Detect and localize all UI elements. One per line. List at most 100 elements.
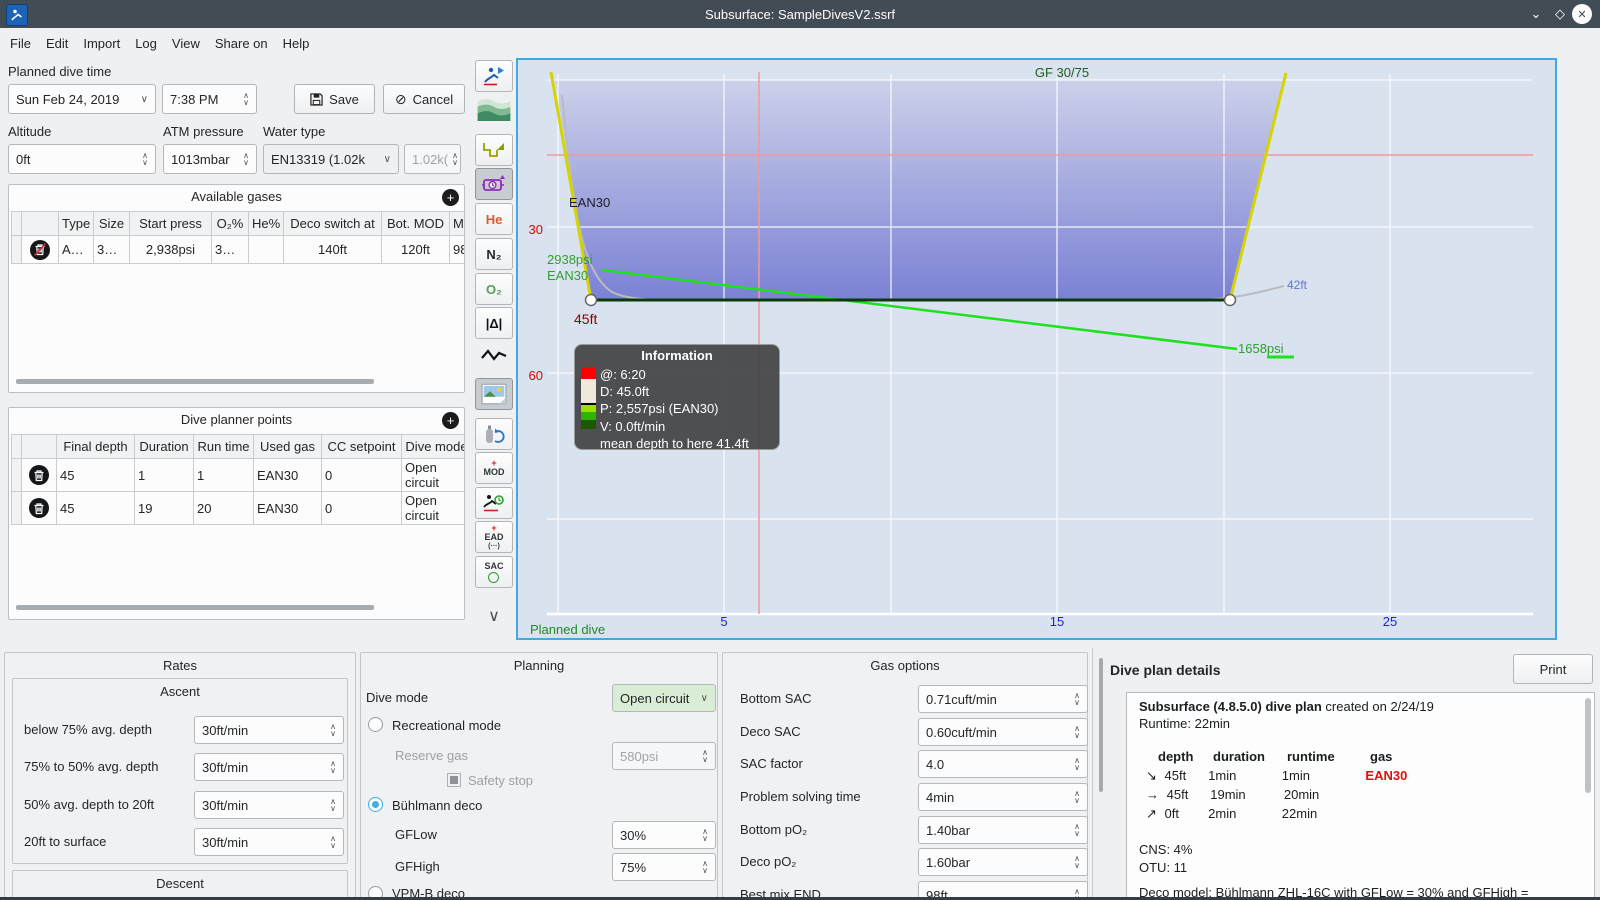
window-title: Subsurface: SampleDivesV2.ssrf (704, 6, 896, 22)
spinner-arrows-icon[interactable] (1070, 855, 1080, 869)
toggle-ead-button[interactable]: + EAD (···) (475, 521, 513, 553)
spinner-arrows-icon[interactable] (138, 152, 148, 166)
spinner-arrows-icon[interactable] (326, 835, 336, 849)
menu-file[interactable]: File (10, 36, 31, 51)
spinner-arrows-icon[interactable] (1070, 790, 1080, 804)
dive-mode-combo[interactable]: Open circuit (612, 684, 716, 712)
bottom-sac-spinner[interactable]: 0.71cuft/min (918, 685, 1088, 713)
deco-po2-spinner[interactable]: 1.60bar (918, 848, 1088, 876)
dive-time-spinner[interactable]: 7:38 PM (162, 84, 257, 114)
col-bot-mod[interactable]: Bot. MOD (381, 211, 450, 236)
add-point-button[interactable]: + (442, 412, 459, 429)
delete-point-icon[interactable] (29, 498, 49, 518)
problem-solving-time-spinner[interactable]: 4min (918, 783, 1088, 811)
menu-log[interactable]: Log (135, 36, 157, 51)
spinner-arrows-icon[interactable] (326, 798, 336, 812)
bottom-po2-spinner[interactable]: 1.40bar (918, 816, 1088, 844)
toggle-photos-button[interactable] (475, 378, 513, 410)
ascent-rate1-spinner[interactable]: 30ft/min (194, 716, 344, 744)
menu-import[interactable]: Import (83, 36, 120, 51)
point-row[interactable]: 45 1 1 EAN30 0 Open circuit (11, 458, 464, 492)
col-duration[interactable]: Duration (134, 434, 194, 459)
spinner-arrows-icon[interactable] (1070, 692, 1080, 706)
spinner-arrows-icon[interactable] (698, 860, 708, 874)
toggle-sac-button[interactable]: SAC (475, 556, 513, 588)
splitter-handle[interactable] (1099, 658, 1103, 792)
col-size[interactable]: Size (93, 211, 130, 236)
menu-edit[interactable]: Edit (46, 36, 68, 51)
add-gas-button[interactable]: + (442, 189, 459, 206)
toggle-mod-button[interactable]: + MOD (475, 452, 513, 484)
ascent-rate4-spinner[interactable]: 30ft/min (194, 828, 344, 856)
spinner-arrows-icon[interactable] (239, 152, 249, 166)
toggle-po2-button[interactable]: O₂ (475, 273, 513, 305)
segment-handle-end[interactable] (1223, 293, 1237, 307)
start-pressure-label: 2938psi (547, 252, 593, 267)
col-he[interactable]: He% (248, 211, 284, 236)
available-gases-panel: Available gases + Type Size Start press … (8, 184, 465, 393)
col-run-time[interactable]: Run time (193, 434, 254, 459)
points-hscrollbar[interactable] (16, 605, 374, 610)
spinner-arrows-icon[interactable] (1070, 725, 1080, 739)
spinner-arrows-icon[interactable] (326, 760, 336, 774)
dive-plan-notes-box[interactable]: Subsurface (4.8.5.0) dive plan created o… (1126, 692, 1595, 900)
dive-planner-tool-button[interactable] (475, 60, 513, 92)
toggle-tank-bar-button[interactable] (475, 418, 513, 450)
atm-pressure-spinner[interactable]: 1013mbar (163, 144, 257, 174)
profile-ruler-tool-button[interactable] (475, 134, 513, 166)
buhlmann-deco-radio[interactable] (368, 797, 383, 812)
water-type-combo[interactable]: EN13319 (1.02k (263, 144, 399, 174)
toggle-pn2-button[interactable]: N₂ (475, 238, 513, 270)
spinner-arrows-icon[interactable] (698, 828, 708, 842)
segment-handle-start[interactable] (584, 293, 598, 307)
plan-vscrollbar[interactable] (1585, 698, 1591, 793)
gflow-spinner[interactable]: 30% (612, 821, 716, 849)
col-deco-switch[interactable]: Deco switch at (283, 211, 382, 236)
col-cc-setpoint[interactable]: CC setpoint (321, 434, 402, 459)
bottom-sac-label: Bottom SAC (740, 691, 812, 706)
menu-share-on[interactable]: Share on (215, 36, 268, 51)
toggle-heartrate-button[interactable] (475, 342, 513, 368)
menu-view[interactable]: View (172, 36, 200, 51)
gas-row[interactable]: A… 3… 2,938psi 3… 140ft 120ft 98f (11, 235, 464, 264)
col-final-depth[interactable]: Final depth (56, 434, 135, 459)
dive-date-combo[interactable]: Sun Feb 24, 2019 (8, 84, 156, 114)
altitude-spinner[interactable]: 0ft (8, 144, 156, 174)
point-row[interactable]: 45 19 20 EAN30 0 Open circuit (11, 491, 464, 525)
gfhigh-spinner[interactable]: 75% (612, 853, 716, 881)
delete-gas-disabled-icon[interactable] (30, 239, 50, 260)
spinner-arrows-icon[interactable] (326, 723, 336, 737)
recreational-mode-radio[interactable] (368, 717, 383, 732)
toggle-ndl-tts-button[interactable] (475, 487, 513, 519)
sac-factor-spinner[interactable]: 4.0 (918, 750, 1088, 778)
minimize-icon[interactable]: ⌄ (1526, 4, 1546, 24)
information-tooltip[interactable]: Information @: 6:20 D: 45.0ft P: 2,557ps… (574, 344, 780, 451)
dive-profile-chart[interactable]: GF 30/75 EAN30 2938psi EAN30 45ft 42ft 1… (516, 58, 1557, 640)
end-pressure-label: 1658psi (1238, 341, 1284, 356)
toolbar-scroll-down-button[interactable]: ∨ (475, 600, 513, 632)
ascent-rate2-spinner[interactable]: 30ft/min (194, 753, 344, 781)
ascent-rate1-label: below 75% avg. depth (24, 722, 152, 737)
col-mnd[interactable]: MN (449, 211, 464, 236)
spinner-arrows-icon[interactable] (239, 92, 249, 106)
save-button[interactable]: Save (294, 84, 375, 114)
delete-point-icon[interactable] (29, 465, 49, 485)
ascent-rate3-spinner[interactable]: 30ft/min (194, 791, 344, 819)
cancel-button[interactable]: ⊘ Cancel (383, 84, 465, 114)
deco-sac-spinner[interactable]: 0.60cuft/min (918, 718, 1088, 746)
edit-profile-tool-button[interactable] (475, 168, 513, 200)
toggle-dc-reported-ceiling-button[interactable]: |Δ| (475, 307, 513, 339)
menu-help[interactable]: Help (283, 36, 310, 51)
toggle-pheh-button[interactable]: He (475, 203, 513, 235)
close-icon[interactable]: ✕ (1572, 4, 1592, 24)
gases-hscrollbar[interactable] (16, 379, 374, 384)
col-start-press[interactable]: Start press (129, 211, 212, 236)
col-used-gas[interactable]: Used gas (253, 434, 322, 459)
col-dive-mode[interactable]: Dive mode (401, 434, 464, 459)
col-o2[interactable]: O₂% (211, 211, 249, 236)
spinner-arrows-icon[interactable] (1070, 757, 1080, 771)
maximize-icon[interactable]: ◇ (1550, 4, 1570, 24)
col-type[interactable]: Type (58, 211, 94, 236)
spinner-arrows-icon[interactable] (1070, 823, 1080, 837)
print-button[interactable]: Print (1513, 654, 1593, 684)
